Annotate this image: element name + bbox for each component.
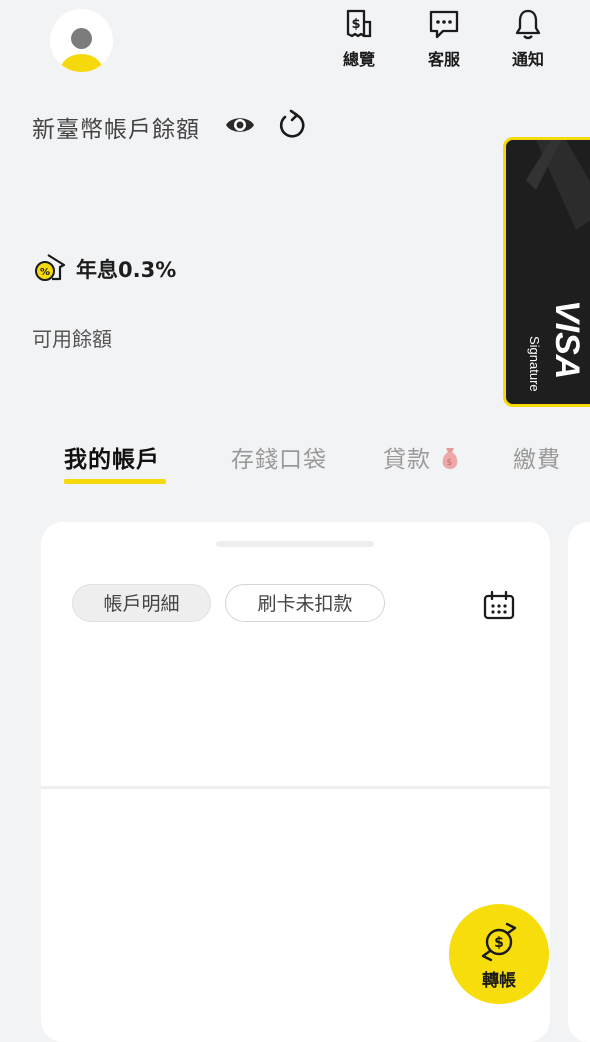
avatar-body [60,54,103,72]
bell-icon [515,9,541,40]
nav-overview-label: 總覽 [342,50,375,69]
avatar-head [71,28,92,49]
visa-card[interactable]: VISA Signature [503,137,590,407]
tab-my-account[interactable]: 我的帳戶 [64,440,160,474]
tab-loan-label: 貸款 [383,447,431,473]
panel-divider [41,786,550,789]
eye-icon[interactable] [224,113,256,137]
tab-payment[interactable]: 繳費 [513,440,561,474]
transfer-dollar-icon: $ [481,922,517,962]
panel-drag-handle[interactable] [216,541,374,547]
available-balance-label: 可用餘額 [32,327,112,351]
nav-notify-button[interactable]: 通知 [498,8,558,72]
nav-service-label: 客服 [427,50,460,69]
avatar[interactable] [50,9,113,72]
svg-text:%: % [40,267,50,278]
nav-overview-button[interactable]: $ 總覽 [329,8,389,72]
money-bag-icon: $ [442,448,458,469]
chip-pending-card-charges[interactable]: 刷卡未扣款 [225,584,385,622]
percent-tag-icon: % [35,254,66,281]
tab-loan[interactable]: 貸款 $ [383,440,461,474]
transfer-label: 轉帳 [482,971,516,991]
transfer-button[interactable]: $ 轉帳 [449,904,549,1004]
nav-service-button[interactable]: 客服 [414,8,474,72]
active-tab-indicator [64,479,166,484]
balance-title: 新臺幣帳戶餘額 [32,117,200,143]
interest-rate-text: 年息0.3% [76,258,177,282]
tab-savings-pocket[interactable]: 存錢口袋 [231,440,327,474]
next-panel-edge [568,522,590,1042]
chip-account-details[interactable]: 帳戶明細 [72,584,211,622]
calendar-icon[interactable] [482,590,516,622]
card-brand: VISA [548,300,586,380]
refresh-icon[interactable] [276,108,308,142]
bill-dollar-icon: $ [346,9,372,38]
svg-text:$: $ [447,458,454,468]
card-tier: Signature [527,336,542,392]
chat-bubble-icon [429,10,459,39]
svg-text:$: $ [494,935,504,951]
nav-notify-label: 通知 [511,50,544,69]
svg-text:$: $ [351,17,360,32]
